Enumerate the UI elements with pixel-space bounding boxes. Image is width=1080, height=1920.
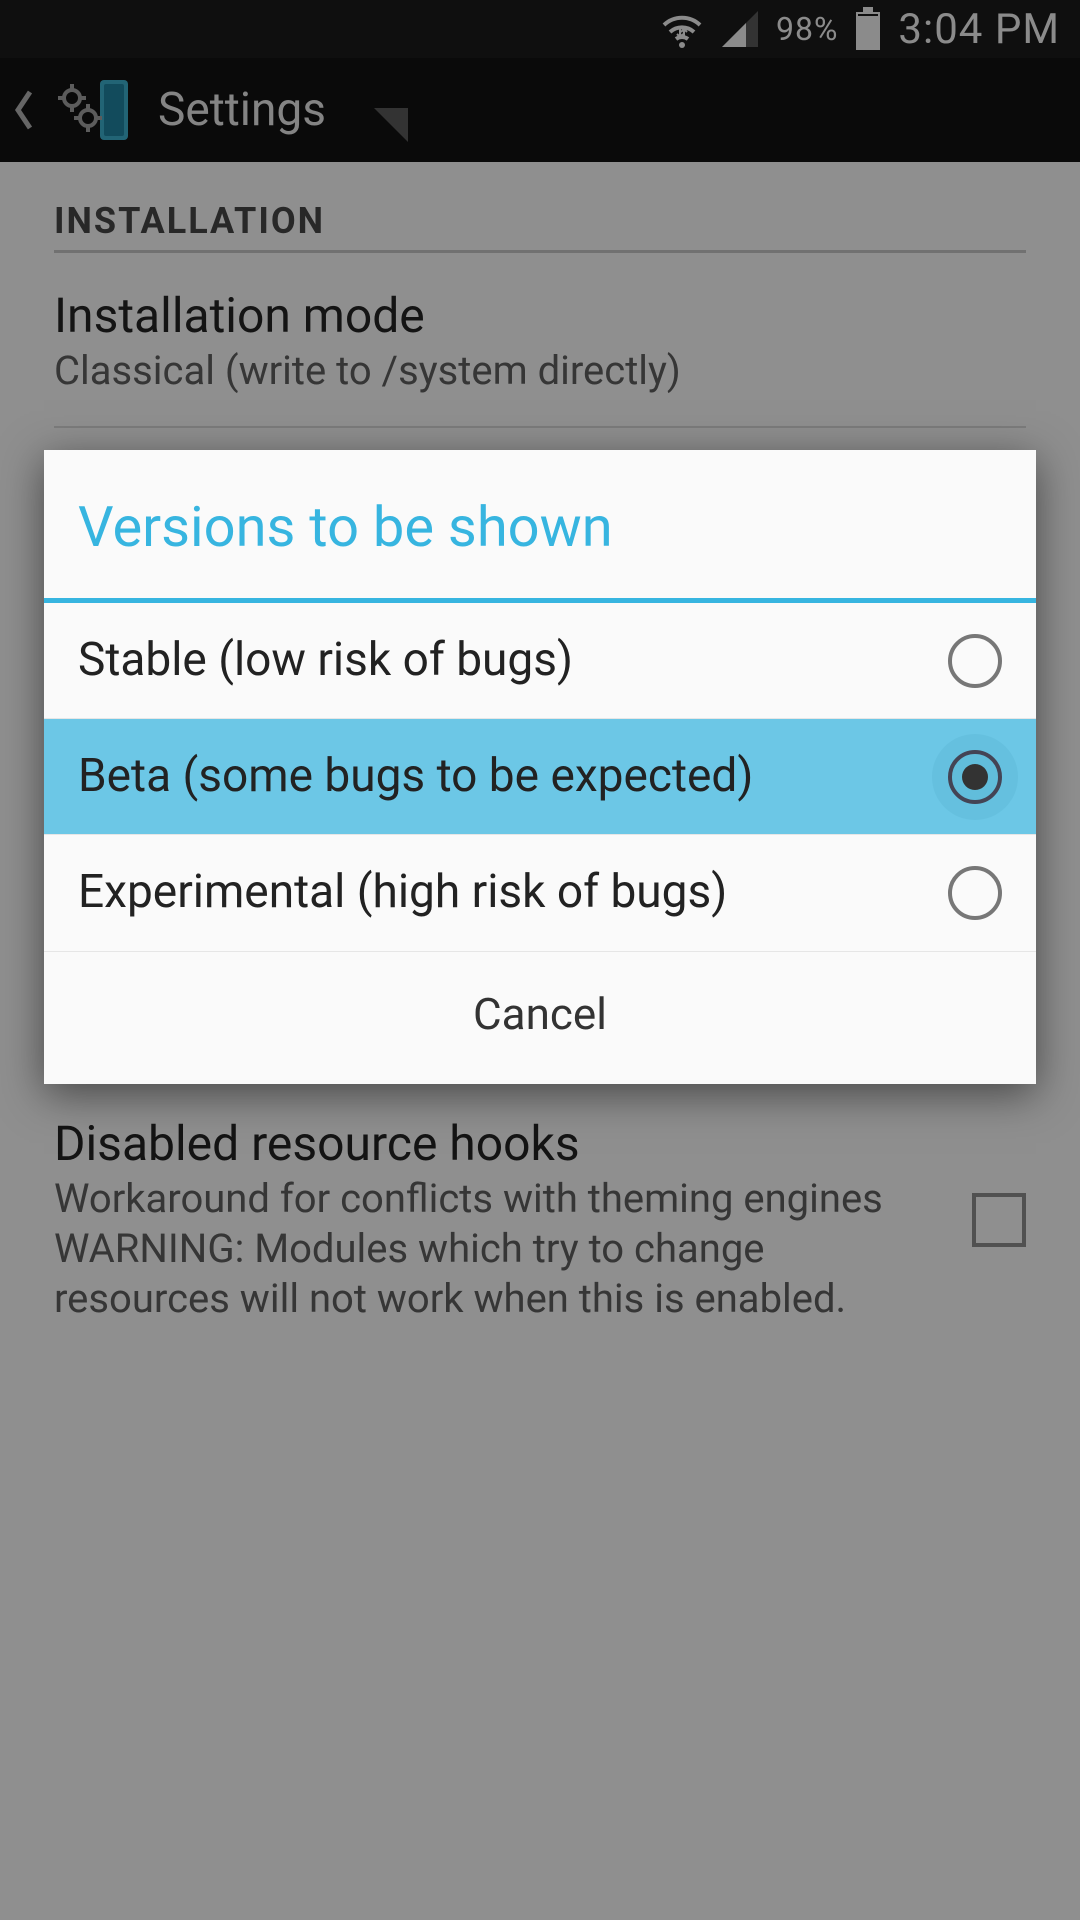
radio-icon <box>948 866 1002 920</box>
option-experimental[interactable]: Experimental (high risk of bugs) <box>44 835 1036 951</box>
option-beta[interactable]: Beta (some bugs to be expected) <box>44 719 1036 835</box>
option-label: Experimental (high risk of bugs) <box>78 865 948 920</box>
dialog-title: Versions to be shown <box>44 450 1036 598</box>
radio-icon <box>948 750 1002 804</box>
dialog-versions: Versions to be shown Stable (low risk of… <box>44 450 1036 1084</box>
radio-icon <box>948 634 1002 688</box>
option-stable[interactable]: Stable (low risk of bugs) <box>44 603 1036 719</box>
cancel-button[interactable]: Cancel <box>44 952 1036 1084</box>
option-label: Beta (some bugs to be expected) <box>78 749 948 804</box>
option-label: Stable (low risk of bugs) <box>78 633 948 688</box>
